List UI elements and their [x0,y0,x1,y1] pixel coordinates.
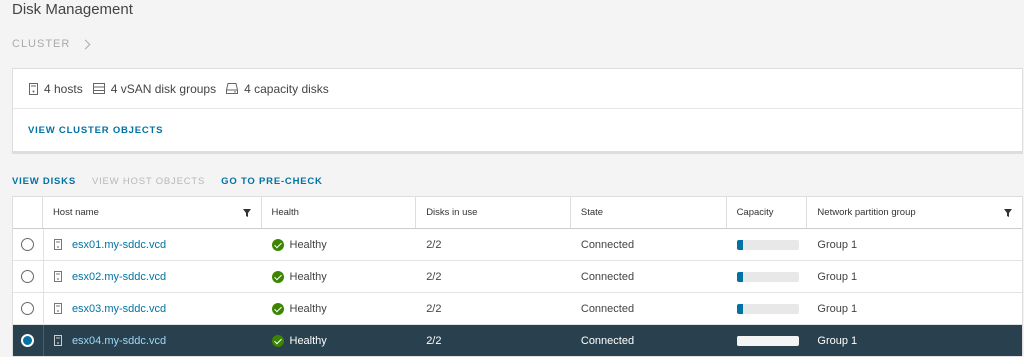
disk-groups-stat: 4 vSAN disk groups [92,81,217,96]
health-status: Healthy [289,270,327,283]
disk-view-tabs: VIEW DISKS VIEW HOST OBJECTS GO TO PRE-C… [12,176,323,187]
tab-view-host-objects[interactable]: VIEW HOST OBJECTS [92,176,205,187]
host-name-cell: esx04.my-sddc.vcd [42,325,262,356]
health-status: Healthy [289,334,327,347]
breadcrumb: CLUSTER [12,38,91,50]
disk-groups-count: 4 vSAN disk groups [110,81,217,96]
state-cell: Connected [580,270,635,283]
host-name-link[interactable]: esx03.my-sddc.vcd [72,303,166,315]
view-cluster-objects-link[interactable]: VIEW CLUSTER OBJECTS [13,109,1022,136]
row-select-cell [13,293,43,324]
cluster-summary-card: 4 hosts 4 vSAN disk groups 4 capacity di… [12,68,1023,154]
health-cell: Healthy [262,229,417,260]
capacity-disks-count: 4 capacity disks [244,81,329,96]
column-header-health[interactable]: Health [262,197,417,228]
column-label: State [580,207,604,218]
breadcrumb-cluster[interactable]: CLUSTER [12,38,70,50]
hosts-count: 4 hosts [44,81,83,96]
network-partition-group-cell: Group 1 [817,270,858,283]
state-cell: Connected [580,302,635,315]
hosts-stat: 4 hosts [29,82,83,96]
check-circle-icon [271,334,284,347]
host-name-link[interactable]: esx02.my-sddc.vcd [72,271,166,283]
table-row[interactable]: esx01.my-sddc.vcd Healthy 2/2 Connected … [13,229,1022,261]
health-cell: Healthy [262,325,417,356]
host-name-link[interactable]: esx01.my-sddc.vcd [72,239,166,251]
column-label: Health [271,207,299,218]
capacity-cell [727,261,808,292]
server-icon [53,303,62,314]
column-label: Capacity [736,207,774,218]
server-icon [53,239,62,250]
row-select-radio[interactable] [21,302,35,315]
capacity-cell [727,293,808,324]
row-select-cell [13,325,43,356]
server-icon [53,271,62,282]
server-icon [53,335,62,346]
disks-in-use-cell: 2/2 [426,302,442,315]
row-select-radio[interactable] [21,238,35,251]
host-name-cell: esx01.my-sddc.vcd [42,229,262,260]
disks-in-use-cell: 2/2 [426,270,442,283]
capacity-bar [736,335,799,346]
host-name-cell: esx03.my-sddc.vcd [42,293,262,324]
row-select-radio[interactable] [21,334,35,347]
capacity-disks-stat: 4 capacity disks [226,82,329,96]
disk-group-icon [92,83,105,94]
grid-header: Host name Health Disks in use State Capa… [13,197,1022,229]
capacity-bar-fill [736,303,743,314]
state-cell: Connected [580,238,635,251]
tab-view-disks[interactable]: VIEW DISKS [12,176,76,187]
column-header-state[interactable]: State [571,197,727,228]
column-header-capacity[interactable]: Capacity [727,197,808,228]
disks-in-use-cell: 2/2 [426,238,442,251]
server-icon [29,82,38,95]
column-header-network-partition-group[interactable]: Network partition group [807,197,1022,228]
hard-disk-icon [226,83,239,94]
host-name-cell: esx02.my-sddc.vcd [42,261,262,292]
health-cell: Healthy [262,261,417,292]
filter-icon[interactable] [1003,209,1012,217]
capacity-bar-fill [736,271,743,282]
capacity-bar-fill [736,335,743,346]
chevron-right-icon [80,39,91,49]
network-partition-group-cell: Group 1 [817,334,858,347]
capacity-bar-fill [736,239,743,250]
column-header-host-name[interactable]: Host name [43,197,262,228]
health-status: Healthy [289,238,327,251]
capacity-bar [736,239,799,250]
summary-stats: 4 hosts 4 vSAN disk groups 4 capacity di… [13,69,1022,109]
row-select-cell [13,229,43,260]
network-partition-group-cell: Group 1 [817,238,858,251]
capacity-cell [727,325,808,356]
column-label: Disks in use [426,207,478,218]
column-header-disks-in-use[interactable]: Disks in use [416,197,571,228]
check-circle-icon [271,302,284,315]
network-partition-group-cell: Group 1 [817,302,858,315]
row-select-radio[interactable] [21,270,35,283]
table-row[interactable]: esx02.my-sddc.vcd Healthy 2/2 Connected … [13,261,1022,293]
table-row[interactable]: esx03.my-sddc.vcd Healthy 2/2 Connected … [13,293,1022,325]
page-title: Disk Management [12,1,133,18]
health-cell: Healthy [262,293,417,324]
disks-in-use-cell: 2/2 [426,334,442,347]
check-circle-icon [271,238,284,251]
hosts-grid: Host name Health Disks in use State Capa… [12,196,1023,357]
table-row[interactable]: esx04.my-sddc.vcd Healthy 2/2 Connected … [13,325,1022,357]
capacity-bar [736,271,799,282]
capacity-cell [727,229,808,260]
state-cell: Connected [580,334,635,347]
capacity-bar [736,303,799,314]
filter-icon[interactable] [242,209,251,217]
host-name-link[interactable]: esx04.my-sddc.vcd [72,335,166,347]
check-circle-icon [271,270,284,283]
column-label: Host name [52,207,99,218]
go-to-precheck-link[interactable]: GO TO PRE-CHECK [221,176,323,187]
health-status: Healthy [289,302,327,315]
row-select-cell [13,261,43,292]
select-column-header [13,197,43,228]
column-label: Network partition group [817,207,916,218]
